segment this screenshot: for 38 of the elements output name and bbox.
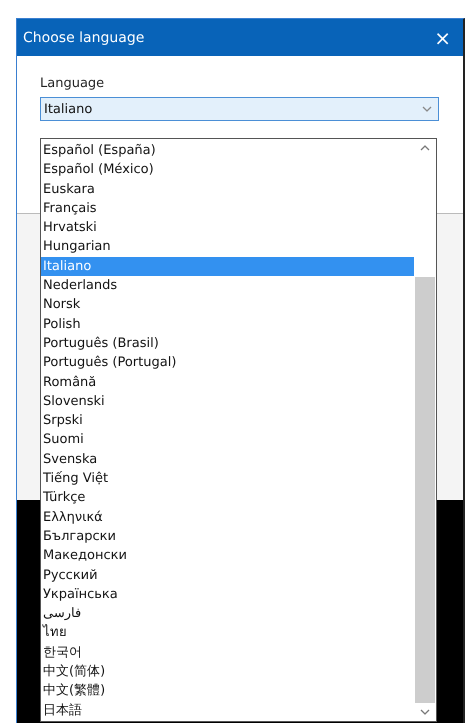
language-option[interactable]: 한국어	[41, 642, 414, 662]
language-option[interactable]: Українська	[41, 584, 414, 604]
language-option[interactable]: ไทย	[41, 623, 414, 643]
language-option[interactable]: Español (España)	[41, 141, 414, 160]
language-option[interactable]: Français	[41, 198, 414, 218]
language-option[interactable]: 中文(简体)	[41, 662, 414, 682]
language-option[interactable]: Polish	[41, 314, 414, 334]
close-button[interactable]: ×	[430, 28, 455, 48]
language-option[interactable]: Nederlands	[41, 276, 414, 296]
language-option[interactable]: Русский	[41, 566, 414, 585]
language-option[interactable]: Türkçe	[41, 488, 414, 508]
language-option[interactable]: Euskara	[41, 180, 414, 199]
field-label: Language	[40, 76, 106, 91]
language-option[interactable]: فارسی	[41, 604, 414, 624]
language-option[interactable]: Tiếng Việt	[41, 469, 414, 488]
language-option[interactable]: Slovenski	[41, 392, 414, 412]
dropdown-value: Italiano	[44, 102, 92, 116]
language-option[interactable]: Português (Portugal)	[41, 353, 414, 373]
language-option[interactable]: Suomi	[41, 430, 414, 450]
language-option[interactable]: Svenska	[41, 450, 414, 470]
language-option[interactable]: Norsk	[41, 295, 414, 315]
language-option[interactable]: Hungarian	[41, 237, 414, 257]
language-option[interactable]: Português (Brasil)	[41, 334, 414, 354]
language-option[interactable]: Română	[41, 372, 414, 392]
language-option[interactable]: Македонски	[41, 546, 414, 566]
language-option[interactable]: 日本語	[41, 700, 414, 720]
scrollbar-thumb[interactable]	[415, 277, 435, 703]
scroll-down-icon[interactable]	[420, 709, 430, 715]
chevron-down-icon	[422, 106, 432, 112]
language-option[interactable]: Hrvatski	[41, 218, 414, 238]
language-dropdown[interactable]: Italiano	[40, 97, 439, 121]
language-option[interactable]: 中文(繁體)	[41, 681, 414, 701]
language-option[interactable]: Ελληνικά	[41, 508, 414, 527]
window-title: Choose language	[23, 30, 144, 46]
scroll-up-icon[interactable]	[420, 145, 430, 151]
language-option[interactable]: Srpski	[41, 411, 414, 430]
language-option[interactable]: Български	[41, 526, 414, 546]
language-option[interactable]: Español (México)	[41, 160, 414, 180]
